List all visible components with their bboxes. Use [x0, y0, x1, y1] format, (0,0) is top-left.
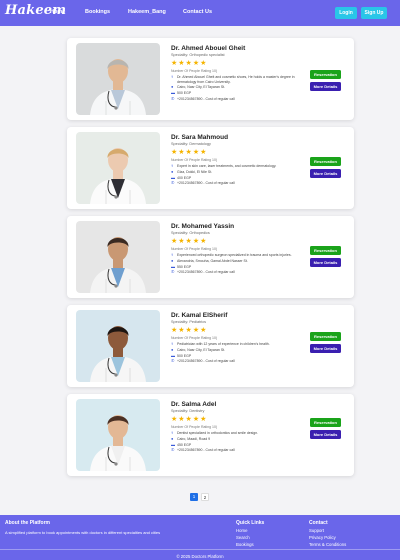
doctor-fee: 550 EGP [177, 264, 192, 269]
doctor-phone: +201234567890 - Cost of regular call [177, 270, 235, 275]
doctor-address: Giza, Dokki, El Nile St. [177, 170, 213, 175]
footer-about-title: About the Platform [5, 520, 50, 526]
rating-count: Number Of People Rating 10) [171, 425, 218, 429]
doctor-name[interactable]: Dr. Sara Mahmoud [171, 134, 301, 142]
rating-count: Number Of People Rating 10) [171, 247, 218, 251]
doctor-address: Cairo, Maadi, Road 9 [177, 437, 211, 442]
footer-link-terms[interactable]: Terms & Conditions [309, 542, 346, 547]
rating-stars: ★★★★★ [171, 149, 208, 156]
doctor-address: Cairo, Nasr City, El Tayaran St. [177, 348, 226, 353]
more-details-button[interactable]: More Details [310, 169, 341, 178]
rating-stars: ★★★★★ [171, 327, 208, 334]
doctor-phone: +201234567890 - Cost of regular call [177, 359, 235, 364]
more-details-button[interactable]: More Details [310, 258, 341, 267]
site-footer: About the Platform A simplified platform… [0, 515, 400, 560]
reservation-button[interactable]: Reservation [310, 70, 341, 79]
doctor-specialty: Speciality: Orthopedics [171, 231, 210, 235]
doctor-phone: +201234567890 - Cost of regular call [177, 181, 235, 186]
top-navbar: Hakeem Home Bookings Hakeem_Bang Contact… [0, 0, 400, 26]
footer-link-search[interactable]: Search [236, 535, 250, 540]
doctor-fee: 500 EGP [177, 353, 192, 358]
doctor-fee: 500 EGP [177, 91, 192, 96]
doctor-specialty: Speciality: Dentistry [171, 409, 205, 413]
doctor-phone: +201234567890 - Cost of regular call [177, 448, 235, 453]
doctor-phone: +201234567890 - Cost of regular call [177, 96, 235, 101]
rating-stars: ★★★★★ [171, 60, 208, 67]
login-button[interactable]: Login [335, 7, 357, 19]
doctor-photo [76, 221, 160, 293]
footer-contact-title: Contact [309, 520, 328, 526]
doctor-card: Dr. Salma Adel Speciality: Dentistry ★★★… [67, 394, 354, 476]
more-details-button[interactable]: More Details [310, 82, 341, 91]
doctor-address: Cairo, Nasr City, El Tayaran St. [177, 85, 226, 90]
doctor-fee: 400 EGP [177, 175, 192, 180]
more-details-button[interactable]: More Details [310, 344, 341, 353]
doctor-name[interactable]: Dr. Salma Adel [171, 401, 301, 409]
reservation-button[interactable]: Reservation [310, 157, 341, 166]
footer-link-home[interactable]: Home [236, 528, 247, 533]
rating-count: Number Of People Rating 10) [171, 158, 218, 162]
more-details-button[interactable]: More Details [310, 430, 341, 439]
doctor-specialty: Speciality: Pediatrics [171, 320, 207, 324]
doctor-name[interactable]: Dr. Ahmed Abouel Gheit [171, 45, 301, 53]
reservation-button[interactable]: Reservation [310, 332, 341, 341]
doctor-photo [76, 43, 160, 115]
rating-stars: ★★★★★ [171, 238, 208, 245]
doctor-card: Dr. Ahmed Abouel Gheit Speciality: Ortho… [67, 38, 354, 120]
reservation-button[interactable]: Reservation [310, 246, 341, 255]
footer-link-support[interactable]: Support [309, 528, 324, 533]
footer-link-bookings[interactable]: Bookings [236, 542, 254, 547]
reservation-button[interactable]: Reservation [310, 418, 341, 427]
footer-copyright: © 2025 Doctors Platform [176, 554, 224, 559]
rating-stars: ★★★★★ [171, 416, 208, 423]
rating-count: Number Of People Rating 10) [171, 336, 218, 340]
doctor-about: Pediatrician with 12 years of experience… [177, 342, 270, 347]
doctor-card: Dr. Kamal ElSherif Speciality: Pediatric… [67, 305, 354, 387]
footer-quick-links-title: Quick Links [236, 520, 265, 526]
doctor-specialty: Speciality: Dermatology [171, 142, 211, 146]
nav-bookings[interactable]: Bookings [85, 9, 110, 15]
doctor-about: Expert in skin care, laser treatments, a… [177, 164, 277, 169]
doctor-address: Alexandria, Smouha, Gamal Abdel Nasser S… [177, 259, 248, 264]
doctor-name[interactable]: Dr. Mohamed Yassin [171, 223, 301, 231]
doctor-photo [76, 132, 160, 204]
nav-hakeem-bang[interactable]: Hakeem_Bang [128, 9, 166, 15]
doctor-photo [76, 310, 160, 382]
nav-home[interactable]: Home [50, 9, 65, 15]
doctor-card: Dr. Sara Mahmoud Speciality: Dermatology… [67, 127, 354, 209]
footer-divider [0, 549, 400, 550]
doctor-name[interactable]: Dr. Kamal ElSherif [171, 312, 301, 320]
page-2-button[interactable]: 2 [201, 493, 209, 501]
signup-button[interactable]: Sign Up [361, 7, 387, 19]
doctor-about: Experienced orthopedic surgeon specializ… [177, 253, 292, 258]
page-1-button[interactable]: 1 [190, 493, 198, 501]
footer-about-text: A simplified platform to book appointmen… [5, 530, 161, 535]
nav-contact-us[interactable]: Contact Us [183, 9, 212, 15]
doctor-about: Dentist specialized in orthodontics and … [177, 431, 259, 436]
footer-link-privacy[interactable]: Privacy Policy [309, 535, 336, 540]
doctor-fee: 450 EGP [177, 442, 192, 447]
doctor-photo [76, 399, 160, 471]
rating-count: Number Of People Rating 10) [171, 69, 218, 73]
doctor-card: Dr. Mohamed Yassin Speciality: Orthopedi… [67, 216, 354, 298]
doctor-about: Dr. Ahmed Abouel Gheit and cosmetic shoe… [177, 75, 295, 84]
doctor-specialty: Speciality: Orthopedic specialist [171, 53, 225, 57]
